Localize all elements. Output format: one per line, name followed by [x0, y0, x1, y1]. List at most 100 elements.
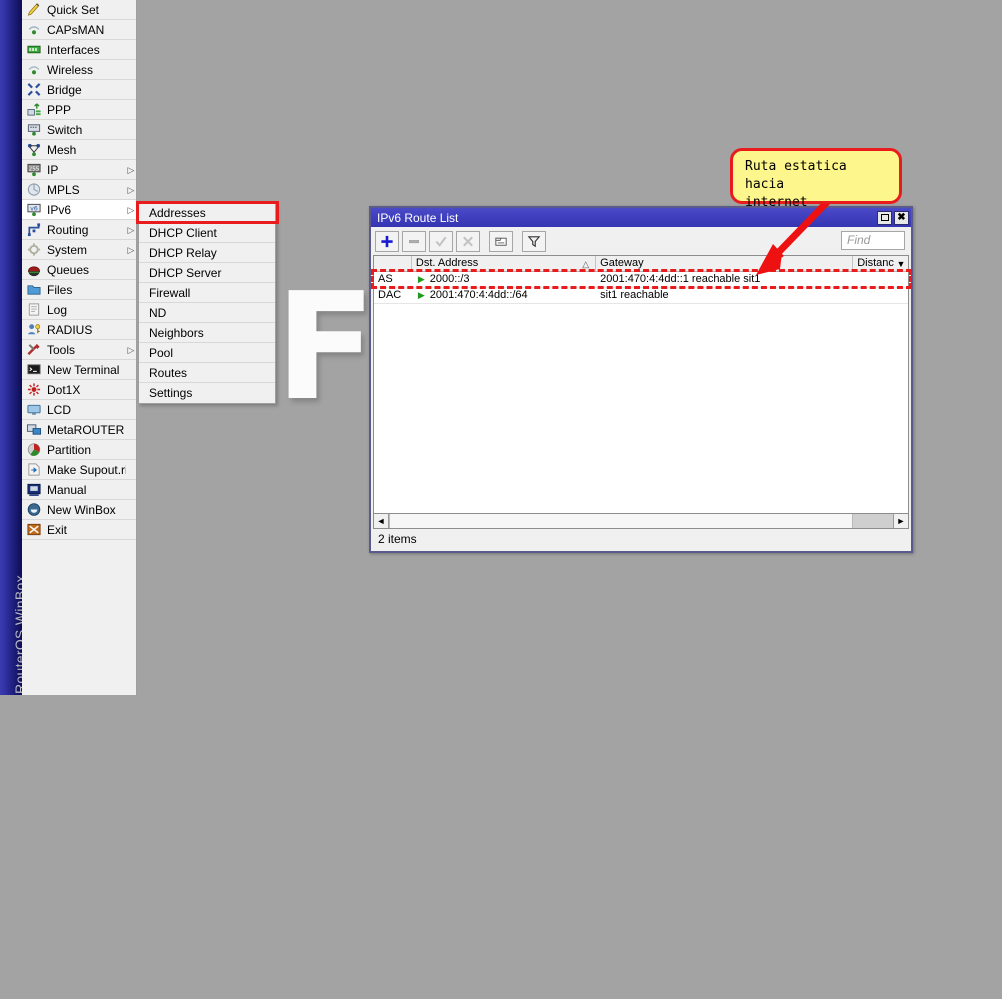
window-toolbar: Find	[371, 227, 911, 255]
quickset-icon	[27, 2, 40, 16]
submenu-item-routes[interactable]: Routes	[139, 363, 275, 383]
sidebar-item-ipv6[interactable]: v6 IPv6 ▷	[22, 200, 136, 220]
column-chooser-button[interactable]: ▼	[894, 256, 908, 271]
minus-icon	[409, 239, 419, 243]
sidebar-item-quick-set[interactable]: Quick Set	[22, 0, 136, 20]
horizontal-scrollbar[interactable]: ◄ ►	[373, 513, 909, 529]
sidebar-item-interfaces[interactable]: Interfaces	[22, 40, 136, 60]
cross-icon	[463, 236, 473, 246]
sidebar-item-ppp[interactable]: PPP	[22, 100, 136, 120]
sidebar-item-label: Mesh	[47, 142, 77, 157]
queues-icon	[27, 265, 41, 276]
callout-line-2: internet	[745, 195, 808, 210]
sidebar-item-mesh[interactable]: Mesh	[22, 140, 136, 160]
ip-icon: 255	[27, 163, 41, 176]
sidebar-item-radius[interactable]: RADIUS	[22, 320, 136, 340]
callout-bubble: Ruta estatica hacia internet	[730, 148, 902, 210]
find-input[interactable]: Find	[841, 231, 905, 250]
disable-button[interactable]	[456, 230, 480, 252]
sidebar-item-system[interactable]: System ▷	[22, 240, 136, 260]
submenu-item-firewall[interactable]: Firewall	[139, 283, 275, 303]
cell-flags: AS	[378, 273, 393, 285]
scroll-right-button[interactable]: ►	[893, 514, 908, 528]
sidebar-item-make-supout-rif[interactable]: Make Supout.rif	[22, 460, 136, 480]
scroll-left-button[interactable]: ◄	[374, 514, 389, 528]
chevron-right-icon: ▷	[127, 204, 135, 215]
winbox-sidebar: RouterOS WinBox Quick Set CAPsMAN Interfac…	[0, 0, 137, 695]
scrollbar-thumb[interactable]	[389, 514, 853, 528]
sidebar-item-partition[interactable]: Partition	[22, 440, 136, 460]
column-header-dst-address[interactable]: Dst. Address △	[412, 256, 597, 271]
sidebar-item-queues[interactable]: Queues	[22, 260, 136, 280]
cell-dst-address: ▶ 2001:470:4:4dd::/64	[412, 288, 596, 303]
mesh-icon	[26, 142, 43, 158]
sidebar-item-wireless[interactable]: Wireless	[22, 60, 136, 80]
sidebar-item-routing[interactable]: Routing ▷	[22, 220, 136, 240]
submenu-item-nd[interactable]: ND	[139, 303, 275, 323]
maximize-button[interactable]	[877, 210, 892, 225]
submenu-item-pool[interactable]: Pool	[139, 343, 275, 363]
sort-ascending-icon: △	[582, 259, 590, 269]
sidebar-item-label: Bridge	[47, 82, 82, 97]
remove-button[interactable]	[402, 230, 426, 252]
sidebar-item-capsman[interactable]: CAPsMAN	[22, 20, 136, 40]
submenu-item-dhcp-relay[interactable]: DHCP Relay	[139, 243, 275, 263]
submenu-item-dhcp-client[interactable]: DHCP Client	[139, 223, 275, 243]
route-table[interactable]: Dst. Address △ Gateway Distanc ▼ AS ▶ 2000…	[373, 255, 909, 517]
sidebar-item-bridge[interactable]: Bridge	[22, 80, 136, 100]
ipv6-submenu: Addresses DHCP Client DHCP Relay DHCP Serve…	[138, 202, 276, 404]
scrollbar-track[interactable]	[853, 514, 893, 528]
sidebar-item-tools[interactable]: Tools ▷	[22, 340, 136, 360]
cell-distance	[853, 288, 908, 303]
sidebar-item-exit[interactable]: Exit	[22, 520, 136, 540]
mesh-icon	[27, 143, 41, 156]
sidebar-item-new-terminal[interactable]: New Terminal	[22, 360, 136, 380]
table-row[interactable]: DAC ▶ 2001:470:4:4dd::/64 sit1 reachable	[374, 288, 908, 304]
column-header-gateway[interactable]: Gateway	[596, 256, 854, 271]
ipv6-route-list-window[interactable]: IPv6 Route List ✖ Find Dst. Address △ Ga…	[369, 206, 913, 553]
metarouter-icon	[26, 423, 42, 435]
submenu-item-neighbors[interactable]: Neighbors	[139, 323, 275, 343]
quickset-icon	[26, 2, 43, 18]
sidebar-item-mpls[interactable]: MPLS ▷	[22, 180, 136, 200]
sidebar-item-files[interactable]: Files	[22, 280, 136, 300]
sidebar-item-new-winbox[interactable]: New WinBox	[22, 500, 136, 520]
sidebar-item-label: PPP	[47, 102, 72, 117]
chevron-right-icon: ▷	[127, 344, 135, 355]
routing-icon	[27, 222, 41, 236]
enable-button[interactable]	[429, 230, 453, 252]
submenu-item-dhcp-server[interactable]: DHCP Server	[139, 263, 275, 283]
system-icon	[27, 242, 41, 256]
sidebar-item-ip[interactable]: 255 IP ▷	[22, 160, 136, 180]
funnel-icon	[527, 235, 541, 247]
wireless-icon	[26, 62, 43, 78]
ppp-icon	[26, 102, 43, 118]
submenu-item-addresses[interactable]: Addresses	[139, 203, 275, 223]
filter-button[interactable]	[522, 230, 546, 252]
comment-button[interactable]	[489, 230, 513, 252]
svg-text:v6: v6	[30, 205, 38, 212]
column-header-flags[interactable]	[374, 256, 412, 271]
window-title: IPv6 Route List	[377, 210, 459, 225]
sidebar-item-label: Files	[47, 282, 73, 297]
sidebar-item-lcd[interactable]: LCD	[22, 400, 136, 420]
sidebar-item-label: Dot1X	[47, 382, 81, 397]
table-row[interactable]: AS ▶ 2000::/3 2001:470:4:4dd::1 reachable s…	[374, 272, 908, 288]
sidebar-item-log[interactable]: Log	[22, 300, 136, 320]
add-button[interactable]	[375, 230, 399, 252]
terminal-icon	[27, 363, 41, 374]
chevron-right-icon: ▷	[127, 164, 135, 175]
cell-distance	[853, 272, 908, 287]
capsman-icon	[28, 25, 40, 34]
svg-text:255: 255	[29, 166, 40, 172]
sidebar-item-metarouter[interactable]: MetaROUTER	[22, 420, 136, 440]
sidebar-item-label: IPv6	[47, 202, 72, 217]
submenu-item-settings[interactable]: Settings	[139, 383, 275, 403]
sidebar-item-dot1x[interactable]: Dot1X	[22, 380, 136, 400]
sidebar-item-label: LCD	[47, 402, 72, 417]
close-button[interactable]: ✖	[894, 210, 909, 225]
cell-dst-address: ▶ 2000::/3	[412, 272, 596, 287]
sidebar-item-label: MPLS	[47, 182, 80, 197]
sidebar-item-manual[interactable]: Manual	[22, 480, 136, 500]
sidebar-item-switch[interactable]: Switch	[22, 120, 136, 140]
